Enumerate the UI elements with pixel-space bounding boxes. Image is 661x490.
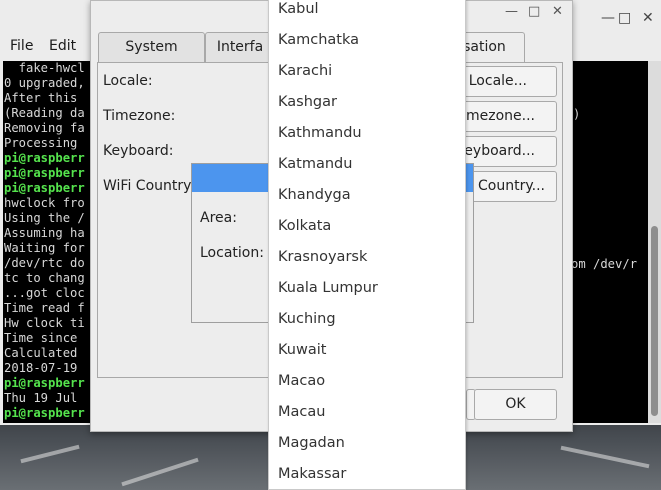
terminal-output-fragment: om /dev/r — [571, 257, 638, 271]
location-dropdown-list[interactable]: Kabul Kamchatka Karachi Kashgar Kathmandu Kat… — [268, 0, 466, 490]
terminal-scrollbar[interactable] — [648, 61, 661, 423]
menu-file[interactable]: File — [10, 38, 33, 54]
dropdown-option[interactable]: Kuala Lumpur — [269, 277, 465, 308]
maximize-icon[interactable]: □ — [618, 10, 631, 26]
dropdown-option[interactable]: Magadan — [269, 432, 465, 463]
dropdown-option[interactable]: Kamchatka — [269, 29, 465, 60]
minimize-icon[interactable]: — — [601, 10, 615, 26]
dropdown-option[interactable]: Kashgar — [269, 91, 465, 122]
timezone-label: Timezone: — [103, 108, 176, 124]
terminal-output-fragment: ) — [573, 107, 581, 121]
location-label: Location: — [200, 245, 264, 261]
close-icon[interactable]: ✕ — [552, 4, 563, 19]
wifi-country-label: WiFi Country — [103, 178, 192, 194]
ok-button[interactable]: OK — [474, 389, 557, 420]
close-icon[interactable]: ✕ — [642, 10, 654, 26]
dropdown-option[interactable]: Kuching — [269, 308, 465, 339]
dropdown-option[interactable]: Kathmandu — [269, 122, 465, 153]
locale-label: Locale: — [103, 73, 153, 89]
dropdown-option[interactable]: Krasnoyarsk — [269, 246, 465, 277]
dropdown-option[interactable]: Khandyga — [269, 184, 465, 215]
menu-edit[interactable]: Edit — [49, 38, 76, 54]
keyboard-label: Keyboard: — [103, 143, 174, 159]
dropdown-option[interactable]: Katmandu — [269, 153, 465, 184]
tab-system[interactable]: System — [98, 32, 205, 62]
dropdown-option[interactable]: Makassar — [269, 463, 465, 489]
maximize-icon[interactable]: □ — [528, 4, 540, 19]
road-marking — [20, 444, 80, 464]
dropdown-option[interactable]: Macau — [269, 401, 465, 432]
dropdown-option[interactable]: Kolkata — [269, 215, 465, 246]
area-label: Area: — [200, 210, 237, 226]
scrollbar-thumb[interactable] — [651, 226, 658, 416]
dropdown-option[interactable]: Karachi — [269, 60, 465, 91]
road-marking — [121, 457, 199, 487]
tab-interfaces[interactable]: Interfa — [205, 32, 275, 62]
dropdown-option[interactable]: Kuwait — [269, 339, 465, 370]
dropdown-option[interactable]: Macao — [269, 370, 465, 401]
minimize-icon[interactable]: — — [505, 4, 518, 19]
dropdown-option[interactable]: Kabul — [269, 0, 465, 29]
road-marking — [560, 445, 650, 469]
